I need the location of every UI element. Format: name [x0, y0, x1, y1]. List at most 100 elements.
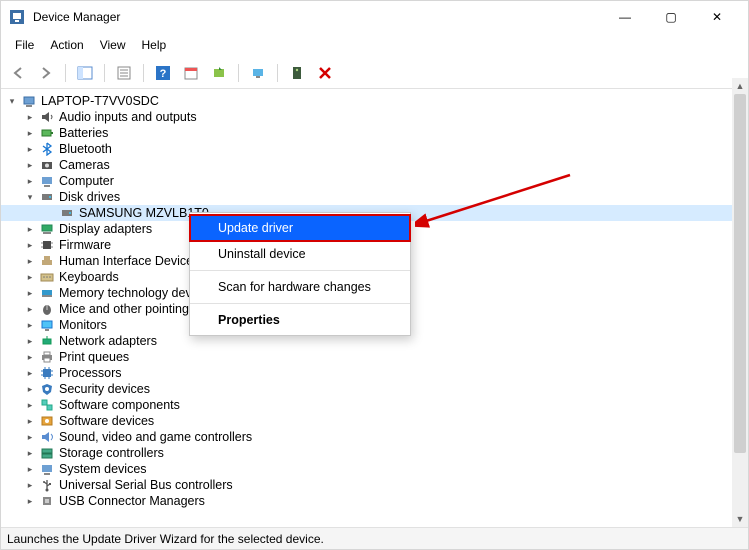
statusbar: Launches the Update Driver Wizard for th…	[1, 527, 748, 549]
context-menu-separator	[190, 303, 410, 304]
expand-icon[interactable]: ▸	[23, 413, 37, 429]
expand-icon[interactable]: ▸	[23, 141, 37, 157]
expand-icon[interactable]: ▸	[23, 173, 37, 189]
svg-text:?: ?	[160, 68, 167, 80]
expand-icon[interactable]: ▸	[23, 477, 37, 493]
context-menu: Update driver Uninstall device Scan for …	[189, 212, 411, 336]
tree-item-sound[interactable]: ▸Sound, video and game controllers	[1, 429, 746, 445]
tree-item-security[interactable]: ▸ Security devices	[1, 381, 746, 397]
update-driver-icon[interactable]	[208, 62, 230, 84]
tree-item-cameras[interactable]: ▸Cameras	[1, 157, 746, 173]
tree-root[interactable]: ▾ LAPTOP-T7VV0SDC	[1, 93, 746, 109]
scan-hardware-icon[interactable]	[247, 62, 269, 84]
tree-item-swdev[interactable]: ▸Software devices	[1, 413, 746, 429]
expand-icon[interactable]: ▸	[23, 461, 37, 477]
expand-icon[interactable]: ▸	[23, 221, 37, 237]
expand-icon[interactable]: ▾	[23, 189, 37, 205]
usb-connector-icon	[39, 493, 55, 509]
expand-icon[interactable]: ▸	[23, 381, 37, 397]
tree-item-label: Computer	[59, 173, 114, 189]
toolbar-separator	[238, 64, 239, 82]
tree-item-usbmgr[interactable]: ▸USB Connector Managers	[1, 493, 746, 509]
camera-icon	[39, 157, 55, 173]
tree-root-label: LAPTOP-T7VV0SDC	[41, 93, 159, 109]
device-icon[interactable]	[286, 62, 308, 84]
tree-item-disk-drives[interactable]: ▾Disk drives	[1, 189, 746, 205]
ctx-update-driver[interactable]: Update driver	[190, 215, 410, 241]
ctx-uninstall-device[interactable]: Uninstall device	[190, 241, 410, 267]
tree-item-label: Audio inputs and outputs	[59, 109, 197, 125]
expand-icon[interactable]: ▸	[23, 317, 37, 333]
tree-item-label: Bluetooth	[59, 141, 112, 157]
tree-item-printq[interactable]: ▸Print queues	[1, 349, 746, 365]
tree-item-processors[interactable]: ▸Processors	[1, 365, 746, 381]
tree-item-label: Security devices	[59, 381, 150, 397]
expand-icon[interactable]: ▸	[23, 285, 37, 301]
tree-item-label: Keyboards	[59, 269, 119, 285]
calendar-icon[interactable]	[180, 62, 202, 84]
expand-icon[interactable]: ▸	[23, 301, 37, 317]
expand-icon[interactable]: ▸	[23, 397, 37, 413]
minimize-button[interactable]: —	[602, 1, 648, 33]
tree-item-label: Network adapters	[59, 333, 157, 349]
maximize-button[interactable]: ▢	[648, 1, 694, 33]
expand-icon[interactable]: ▾	[5, 93, 19, 109]
scroll-up-icon[interactable]: ▲	[732, 78, 748, 94]
close-button[interactable]: ✕	[694, 1, 740, 33]
expand-icon[interactable]: ▸	[23, 269, 37, 285]
tree-item-label: Software components	[59, 397, 180, 413]
keyboard-icon	[39, 269, 55, 285]
titlebar: Device Manager — ▢ ✕	[1, 1, 748, 33]
expand-icon[interactable]: ▸	[23, 445, 37, 461]
system-device-icon	[39, 461, 55, 477]
toolbar: ?	[1, 58, 748, 89]
expand-icon[interactable]: ▸	[23, 237, 37, 253]
expand-icon[interactable]: ▸	[23, 493, 37, 509]
help-icon[interactable]: ?	[152, 62, 174, 84]
scrollbar-track[interactable]	[732, 94, 748, 511]
expand-icon[interactable]: ▸	[23, 253, 37, 269]
battery-icon	[39, 125, 55, 141]
menu-view[interactable]: View	[92, 35, 134, 55]
forward-button[interactable]	[35, 62, 57, 84]
expand-icon[interactable]: ▸	[23, 157, 37, 173]
tree-item-bluetooth[interactable]: ▸ Bluetooth	[1, 141, 746, 157]
tree-item-sysdev[interactable]: ▸System devices	[1, 461, 746, 477]
expand-icon[interactable]: ▸	[23, 125, 37, 141]
disk-icon	[59, 205, 75, 221]
expand-icon[interactable]: ▸	[23, 349, 37, 365]
menubar: File Action View Help	[1, 33, 748, 58]
printer-icon	[39, 349, 55, 365]
toolbar-separator	[65, 64, 66, 82]
back-button[interactable]	[7, 62, 29, 84]
properties-icon[interactable]	[113, 62, 135, 84]
menu-action[interactable]: Action	[42, 35, 91, 55]
expand-icon[interactable]: ▸	[23, 109, 37, 125]
toolbar-separator	[277, 64, 278, 82]
tree-item-label: Firmware	[59, 237, 111, 253]
window-title: Device Manager	[33, 10, 602, 24]
usb-icon	[39, 477, 55, 493]
menu-file[interactable]: File	[7, 35, 42, 55]
tree-item-usb[interactable]: ▸Universal Serial Bus controllers	[1, 477, 746, 493]
uninstall-device-icon[interactable]	[314, 62, 336, 84]
ctx-properties[interactable]: Properties	[190, 307, 410, 333]
tree-item-batteries[interactable]: ▸Batteries	[1, 125, 746, 141]
tree-item-storage[interactable]: ▸Storage controllers	[1, 445, 746, 461]
scroll-down-icon[interactable]: ▼	[732, 511, 748, 527]
scrollbar-thumb[interactable]	[734, 94, 746, 453]
hid-icon	[39, 253, 55, 269]
tree-item-label: Human Interface Devices	[59, 253, 199, 269]
show-hide-console-tree-icon[interactable]	[74, 62, 96, 84]
tree-item-computer[interactable]: ▸ Computer	[1, 173, 746, 189]
tree-item-swcomp[interactable]: ▸ Software components	[1, 397, 746, 413]
menu-help[interactable]: Help	[134, 35, 175, 55]
expand-icon[interactable]: ▸	[23, 429, 37, 445]
toolbar-separator	[104, 64, 105, 82]
vertical-scrollbar[interactable]: ▲ ▼	[732, 78, 748, 527]
expand-icon[interactable]: ▸	[23, 365, 37, 381]
ctx-scan-hardware[interactable]: Scan for hardware changes	[190, 274, 410, 300]
expand-icon[interactable]: ▸	[23, 333, 37, 349]
tree-item-audio[interactable]: ▸ Audio inputs and outputs	[1, 109, 746, 125]
component-icon	[39, 397, 55, 413]
